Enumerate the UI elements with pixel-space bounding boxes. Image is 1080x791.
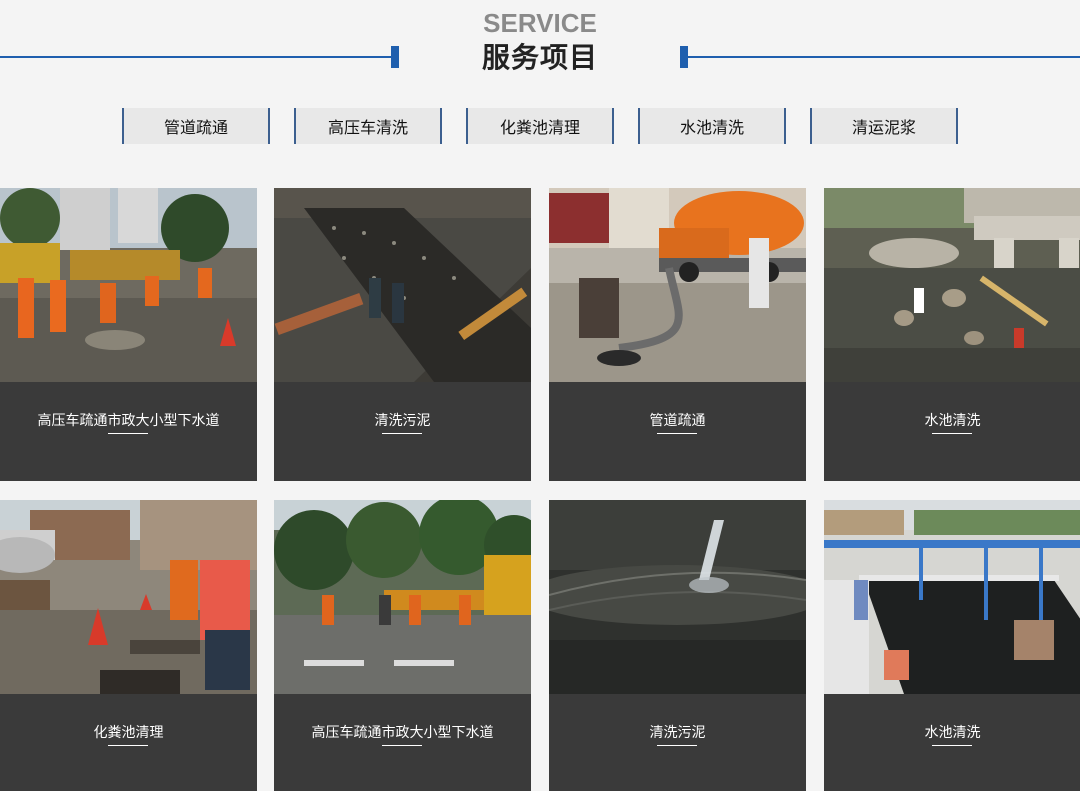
- service-photo: [0, 188, 257, 382]
- tab-pool-cleaning[interactable]: 水池清洗: [638, 108, 786, 144]
- section-title-cn: 服务项目: [481, 41, 598, 74]
- caption-underline: [657, 745, 697, 746]
- service-card[interactable]: 高压车疏通市政大小型下水道: [0, 188, 257, 481]
- service-tabs: 管道疏通 高压车清洗 化粪池清理 水池清洗 清运泥浆: [0, 108, 1080, 144]
- tab-mud-transport[interactable]: 清运泥浆: [810, 108, 958, 144]
- service-card[interactable]: 清洗污泥: [549, 500, 806, 791]
- caption-underline: [108, 745, 148, 746]
- service-photo: [824, 500, 1080, 694]
- service-photo: [824, 188, 1080, 382]
- service-caption: 化粪池清理: [93, 725, 164, 741]
- caption-underline: [382, 433, 422, 434]
- service-caption: 水池清洗: [924, 413, 981, 429]
- tab-label: 管道疏通: [163, 118, 228, 137]
- service-card[interactable]: 化粪池清理: [0, 500, 257, 791]
- service-photo: [274, 500, 531, 694]
- service-caption: 管道疏通: [649, 413, 706, 429]
- caption-underline: [108, 433, 148, 434]
- tab-pipe-dredging[interactable]: 管道疏通: [122, 108, 270, 144]
- tab-septic-tank-cleaning[interactable]: 化粪池清理: [466, 108, 614, 144]
- service-photo: [274, 188, 531, 382]
- service-card[interactable]: 水池清洗: [824, 500, 1080, 791]
- service-caption: 水池清洗: [924, 725, 981, 741]
- service-caption: 高压车疏通市政大小型下水道: [311, 725, 494, 741]
- tab-label: 高压车清洗: [327, 118, 408, 137]
- service-photo: [549, 500, 806, 694]
- service-caption: 清洗污泥: [374, 413, 431, 429]
- service-photo: [0, 500, 257, 694]
- service-caption: 清洗污泥: [649, 725, 706, 741]
- tab-high-pressure-cleaning[interactable]: 高压车清洗: [294, 108, 442, 144]
- caption-underline: [657, 433, 697, 434]
- service-card[interactable]: 高压车疏通市政大小型下水道: [274, 500, 531, 791]
- section-title-en: SERVICE: [483, 8, 597, 38]
- tab-label: 清运泥浆: [851, 118, 916, 137]
- tab-label: 化粪池清理: [499, 118, 580, 137]
- service-caption: 高压车疏通市政大小型下水道: [37, 413, 220, 429]
- caption-underline: [932, 745, 972, 746]
- caption-underline: [932, 433, 972, 434]
- caption-underline: [382, 745, 422, 746]
- service-card[interactable]: 管道疏通: [549, 188, 806, 481]
- service-card[interactable]: 水池清洗: [824, 188, 1080, 481]
- service-photo: [549, 188, 806, 382]
- section-header: SERVICE 服务项目: [0, 0, 1080, 90]
- service-card[interactable]: 清洗污泥: [274, 188, 531, 481]
- tab-label: 水池清洗: [679, 118, 744, 137]
